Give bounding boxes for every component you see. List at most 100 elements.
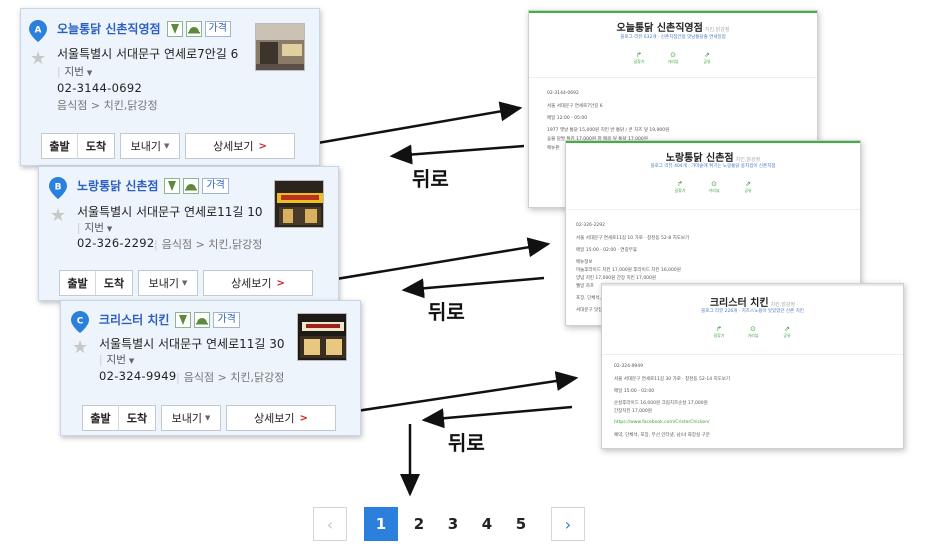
result-card-b[interactable]: B ★ 노랑통닭 신촌점 가격 서울특별시 서대문구 연세로11길 10 | 지번… bbox=[38, 166, 339, 301]
back-label-c: 뒤로 bbox=[448, 431, 485, 455]
jibun-toggle[interactable]: | 지번 ▼ bbox=[77, 220, 112, 235]
favorite-star-icon[interactable]: ★ bbox=[72, 339, 88, 357]
price-tag[interactable]: 가격 bbox=[204, 20, 231, 37]
roadview-action[interactable]: ⊙ 거리뷰 bbox=[697, 180, 731, 194]
arrive-button[interactable]: 도착 bbox=[78, 134, 114, 158]
page-1-button[interactable]: 1 bbox=[364, 507, 398, 541]
back-label-a: 뒤로 bbox=[412, 167, 449, 191]
svg-text:C: C bbox=[77, 317, 84, 327]
share-action[interactable]: ⇗ 공유 bbox=[731, 180, 765, 194]
arrow-back-c bbox=[421, 405, 573, 429]
dish-badge-icon bbox=[194, 311, 211, 328]
panel-facilities: 예약, 단체석, 포장, 무선 인터넷, 남/녀 화장실 구분 bbox=[614, 433, 710, 438]
chevron-right-icon: > bbox=[299, 412, 308, 424]
favorite-star-icon[interactable]: ★ bbox=[30, 50, 46, 68]
marker-pin-icon: C bbox=[71, 311, 89, 333]
jibun-toggle[interactable]: | 지번 ▼ bbox=[57, 64, 92, 79]
share-icon: ⇗ bbox=[784, 325, 790, 333]
page-4-button[interactable]: 4 bbox=[470, 507, 504, 541]
panel-hours: 매일 15:00 - 02:00 bbox=[614, 389, 655, 394]
favorite-star-icon[interactable]: ★ bbox=[50, 207, 66, 225]
roadview-action[interactable]: ⊙ 거리뷰 bbox=[736, 325, 770, 339]
chevron-right-icon: > bbox=[258, 140, 267, 152]
panel-menu-link[interactable]: 메뉴판 bbox=[547, 145, 559, 151]
result-card-a[interactable]: A ★ 오늘통닭 신촌직영점 가격 서울특별시 서대문구 연세로7안길 6 | 지… bbox=[20, 8, 320, 166]
roadview-icon: ⊙ bbox=[670, 51, 676, 59]
jibun-toggle[interactable]: | 지번 ▼ bbox=[99, 352, 134, 367]
detail-panel-c: 크리스터 치킨 치킨,닭강정 블로그 리뷰 226개 · 치즈스노윙이 맛있었던 … bbox=[601, 283, 904, 449]
panel-title: 노랑통닭 신촌점 치킨,닭강정 bbox=[665, 153, 761, 164]
dropdown-caret-icon: ▼ bbox=[181, 279, 188, 287]
restaurant-badge-icon bbox=[166, 20, 183, 37]
page-5-button[interactable]: 5 bbox=[504, 507, 538, 541]
detail-view-button[interactable]: 상세보기 > bbox=[204, 271, 312, 295]
category-text: | 음식점 > 치킨,닭강정 bbox=[176, 371, 285, 384]
depart-button[interactable]: 출발 bbox=[60, 271, 96, 295]
detail-view-button[interactable]: 상세보기 > bbox=[227, 406, 335, 430]
page-3-button[interactable]: 3 bbox=[436, 507, 470, 541]
panel-menu-row: 순살후라이드 16,000원 크림치즈순살 17,000원 bbox=[614, 401, 708, 406]
result-card-c[interactable]: C ★ 크리스터 치킨 가격 서울특별시 서대문구 연세로11길 30 | 지번 ▼… bbox=[60, 300, 361, 436]
arrive-button[interactable]: 도착 bbox=[96, 271, 132, 295]
panel-menu-row: 웰빙 하프 bbox=[576, 284, 594, 289]
arrow-back-b bbox=[401, 276, 545, 299]
panel-phone: 02-326-2292 bbox=[576, 223, 606, 228]
depart-button[interactable]: 출발 bbox=[42, 134, 78, 158]
route-icon: ↱ bbox=[677, 180, 683, 188]
route-action[interactable]: ↱ 길찾기 bbox=[702, 325, 736, 339]
price-tag[interactable]: 가격 bbox=[202, 177, 229, 194]
phone-number: 02-3144-0692 bbox=[57, 81, 143, 95]
panel-meta[interactable]: 블로그 리뷰 226개 · 치즈스노윙이 맛있었던 신촌 치킨 bbox=[602, 308, 903, 314]
place-name-link[interactable]: 오늘통닭 신촌직영점 bbox=[57, 20, 161, 37]
panel-tags: 서대문구 맛집 bbox=[576, 308, 603, 313]
panel-meta[interactable]: 블로그 리뷰 404개 · 가마솥에 튀기는 노랑통닭 용지킴이 신촌지점 bbox=[566, 163, 860, 169]
back-label-b: 뒤로 bbox=[428, 300, 465, 324]
panel-menu-row: 1977 옛날 통닭 15,000원 치킨 반 통닭 / 콘 치즈 덮 19,9… bbox=[547, 128, 670, 133]
dish-badge-icon bbox=[183, 177, 200, 194]
pagination: ‹ 1 2 3 4 5 › bbox=[313, 507, 585, 541]
send-dropdown-button[interactable]: 보내기 ▼ bbox=[162, 406, 220, 430]
share-icon: ⇗ bbox=[745, 180, 751, 188]
restaurant-badge-icon bbox=[164, 177, 181, 194]
restaurant-badge-icon bbox=[175, 311, 192, 328]
share-action[interactable]: ⇗ 공유 bbox=[770, 325, 804, 339]
marker-pin-icon: B bbox=[49, 177, 67, 199]
route-action[interactable]: ↱ 길찾기 bbox=[663, 180, 697, 194]
route-icon: ↱ bbox=[716, 325, 722, 333]
roadview-action[interactable]: ⊙ 거리뷰 bbox=[656, 51, 690, 65]
dropdown-caret-icon: ▼ bbox=[204, 414, 211, 422]
place-thumbnail[interactable] bbox=[297, 313, 347, 361]
send-dropdown-button[interactable]: 보내기 ▼ bbox=[121, 134, 179, 158]
arrow-back-a bbox=[389, 144, 525, 165]
panel-meta[interactable]: 블로그 리뷰 632개 · 신촌지점안점 맛남통닭출 연세일점 bbox=[529, 34, 817, 40]
panel-website-link[interactable]: https://www.facebook.com/CristerChicken/ bbox=[614, 420, 710, 425]
phone-number: 02-326-2292 bbox=[77, 236, 155, 250]
route-icon: ↱ bbox=[636, 51, 642, 59]
page-2-button[interactable]: 2 bbox=[402, 507, 436, 541]
road-address: 서울특별시 서대문구 연세로7안길 6 bbox=[57, 47, 239, 61]
prev-page-button[interactable]: ‹ bbox=[313, 507, 347, 541]
price-tag[interactable]: 가격 bbox=[213, 311, 240, 328]
chevron-right-icon: > bbox=[276, 277, 285, 289]
panel-title: 오늘통닭 신촌직영점 치킨,닭강정 bbox=[616, 23, 730, 34]
roadview-icon: ⊙ bbox=[711, 180, 717, 188]
svg-text:B: B bbox=[55, 183, 62, 193]
depart-button[interactable]: 출발 bbox=[83, 406, 119, 430]
panel-hours: 매일 15:00 - 02:00 · 연중무휴 bbox=[576, 248, 637, 253]
place-thumbnail[interactable] bbox=[255, 23, 305, 71]
route-action[interactable]: ↱ 길찾기 bbox=[622, 51, 656, 65]
send-dropdown-button[interactable]: 보내기 ▼ bbox=[139, 271, 197, 295]
roadview-icon: ⊙ bbox=[750, 325, 756, 333]
dropdown-caret-icon: ▼ bbox=[163, 142, 170, 150]
next-page-button[interactable]: › bbox=[551, 507, 585, 541]
panel-menu-row: 마늘후라이드 치킨 17,000원 후라이드 치킨 16,000원 bbox=[576, 268, 681, 273]
svg-text:A: A bbox=[35, 26, 42, 36]
place-thumbnail[interactable] bbox=[274, 180, 324, 228]
share-action[interactable]: ⇗ 공유 bbox=[690, 51, 724, 65]
place-name-link[interactable]: 크리스터 치킨 bbox=[99, 311, 169, 328]
category-text: 음식점 > 치킨,닭강정 bbox=[57, 99, 158, 112]
panel-menu-heading: 메뉴정보 bbox=[576, 260, 593, 265]
detail-view-button[interactable]: 상세보기 > bbox=[186, 134, 294, 158]
place-name-link[interactable]: 노랑통닭 신촌점 bbox=[77, 177, 158, 194]
arrive-button[interactable]: 도착 bbox=[119, 406, 155, 430]
